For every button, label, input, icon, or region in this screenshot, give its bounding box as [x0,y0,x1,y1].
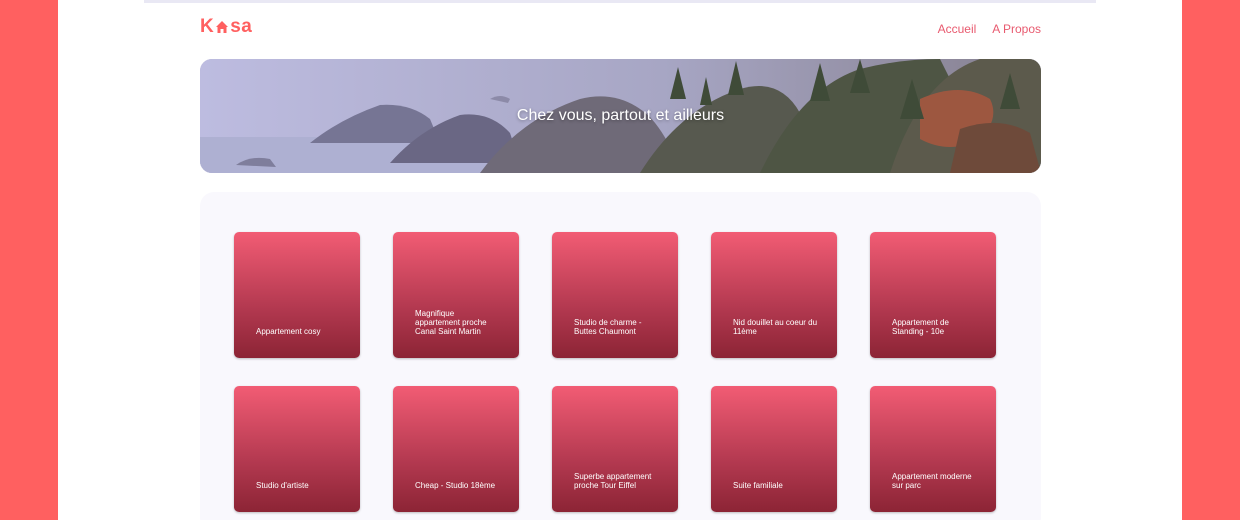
kasa-logo[interactable]: K sa [200,15,252,39]
listing-card[interactable]: Appartement moderne sur parc [870,386,996,512]
listing-card-title: Studio de charme - Buttes Chaumont [574,318,642,336]
listing-card[interactable]: Nid douillet au coeur du 11ème [711,232,837,358]
listing-card[interactable]: Cheap - Studio 18ème [393,386,519,512]
top-divider [144,0,1096,3]
house-icon [215,19,229,35]
hero-banner: Chez vous, partout et ailleurs [200,59,1041,173]
listing-card-title: Cheap - Studio 18ème [415,481,496,490]
listing-card-title: Appartement de Standing - 10e [892,318,949,336]
listing-card-title: Appartement cosy [256,327,321,336]
listing-card[interactable]: Suite familiale [711,386,837,512]
listing-card-title: Nid douillet au coeur du 11ème [733,318,818,336]
listing-card-title: Studio d'artiste [256,481,309,490]
listing-card[interactable]: Studio d'artiste [234,386,360,512]
page: K sa Accueil A Propos Chez vous, partout… [58,0,1182,520]
listing-card-title: Suite familiale [733,481,783,490]
logo-letter-k: K [200,16,215,37]
listings-gallery: Appartement cosy Magnifique appartement … [200,192,1041,520]
logo-letters-sa: sa [230,16,253,37]
nav-accueil-link[interactable]: Accueil [938,22,977,36]
listing-card[interactable]: Appartement de Standing - 10e [870,232,996,358]
listing-card[interactable]: Superbe appartement proche Tour Eiffel [552,386,678,512]
listing-card-title: Appartement moderne sur parc [892,472,972,490]
listing-card[interactable]: Studio de charme - Buttes Chaumont [552,232,678,358]
listing-card-title: Superbe appartement proche Tour Eiffel [574,472,652,490]
nav-a-propos-link[interactable]: A Propos [992,22,1041,36]
listing-card[interactable]: Magnifique appartement proche Canal Sain… [393,232,519,358]
main-nav: Accueil A Propos [938,22,1041,36]
banner-title: Chez vous, partout et ailleurs [516,107,725,124]
app-frame: K sa Accueil A Propos Chez vous, partout… [0,0,1240,520]
listing-card[interactable]: Appartement cosy [234,232,360,358]
listing-card-title: Magnifique appartement proche Canal Sain… [415,309,487,336]
